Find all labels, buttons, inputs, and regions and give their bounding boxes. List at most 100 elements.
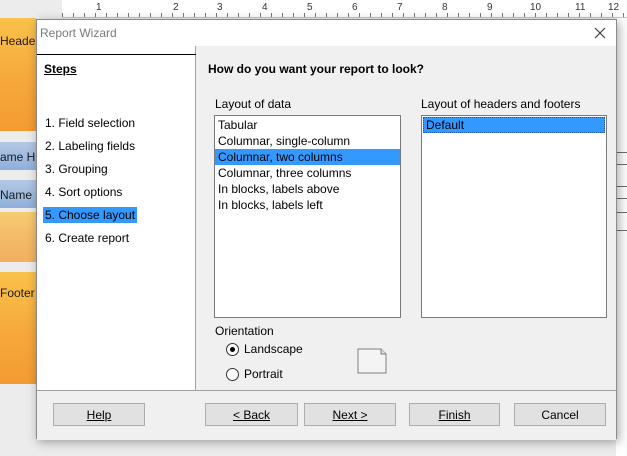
ruler-tick — [590, 13, 591, 17]
ruler-tick — [436, 13, 437, 17]
landscape-label: Landscape — [244, 342, 303, 356]
ruler-tick — [183, 13, 184, 17]
layout-page: How do you want your report to look? Lay… — [197, 46, 618, 390]
ruler-tick — [326, 13, 327, 17]
ruler-tick — [84, 13, 85, 17]
ruler-tick — [491, 13, 492, 17]
ruler-number: 1 — [96, 2, 102, 13]
ruler-tick — [370, 13, 371, 17]
steps-divider — [37, 54, 196, 55]
ruler-tick — [62, 13, 63, 17]
steps-heading: Steps — [44, 62, 77, 76]
ruler-number: 12 — [608, 2, 620, 13]
report-header-section[interactable]: Header — [0, 18, 36, 131]
close-button[interactable] — [584, 20, 616, 46]
orientation-label: Orientation — [215, 324, 274, 338]
ruler-tick — [282, 13, 283, 17]
close-icon — [594, 27, 606, 39]
ruler-tick — [249, 13, 250, 17]
ruler-tick — [381, 13, 382, 17]
detail-section[interactable]: Name ... — [0, 180, 36, 208]
ruler-tick — [502, 13, 503, 17]
steps-panel: Steps 1. Field selection 2. Labeling fie… — [37, 46, 196, 390]
ruler-number: 11 — [575, 2, 586, 13]
portrait-option[interactable]: Portrait — [226, 367, 283, 381]
ruler-number: 3 — [217, 2, 223, 13]
step-field-selection[interactable]: 1. Field selection — [43, 115, 137, 131]
step-grouping[interactable]: 3. Grouping — [43, 161, 110, 177]
ruler-number: 10 — [530, 2, 542, 13]
page-question: How do you want your report to look? — [208, 62, 424, 76]
ruler-tick — [458, 13, 459, 17]
portrait-label: Portrait — [244, 367, 283, 381]
dialog-title: Report Wizard — [40, 26, 117, 40]
help-button[interactable]: Help — [53, 403, 145, 426]
ruler-tick — [513, 13, 514, 17]
back-button[interactable]: < Back — [205, 403, 298, 426]
finish-button[interactable]: Finish — [409, 403, 500, 426]
ruler-number: 2 — [173, 2, 179, 13]
ruler-tick — [601, 13, 602, 17]
landscape-page-icon — [357, 348, 387, 374]
ruler-tick — [403, 13, 404, 17]
ruler-tick — [128, 13, 129, 17]
horizontal-ruler: 1 2 3 4 5 6 7 8 9 10 11 12 — [62, 0, 627, 18]
ruler-tick — [623, 13, 624, 17]
step-create-report[interactable]: 6. Create report — [43, 230, 131, 246]
group-header-section[interactable]: ame H... — [0, 142, 36, 170]
ruler-tick — [579, 13, 580, 17]
title-bar[interactable]: Report Wizard — [37, 20, 616, 46]
report-footer-section[interactable]: Footer — [0, 272, 36, 384]
ruler-number: 4 — [262, 2, 268, 13]
step-sort-options[interactable]: 4. Sort options — [43, 184, 124, 200]
ruler-tick — [150, 13, 151, 17]
ruler-tick — [293, 13, 294, 17]
group-footer-section[interactable] — [0, 212, 36, 262]
step-choose-layout[interactable]: 5. Choose layout — [43, 207, 138, 223]
headers-option-default[interactable]: Default — [423, 117, 605, 133]
cancel-button[interactable]: Cancel — [514, 403, 606, 426]
layout-option-blocks-above[interactable]: In blocks, labels above — [215, 181, 400, 197]
step-labeling-fields[interactable]: 2. Labeling fields — [43, 138, 137, 154]
report-wizard-dialog: Report Wizard Steps 1. Field selection 2… — [36, 19, 618, 440]
ruler-tick — [359, 13, 360, 17]
ruler-tick — [216, 13, 217, 17]
ruler-number: 9 — [487, 2, 493, 13]
ruler-tick — [194, 13, 195, 17]
ruler-tick — [139, 13, 140, 17]
ruler-tick — [271, 13, 272, 17]
ruler-tick — [557, 13, 558, 17]
ruler-number: 6 — [352, 2, 358, 13]
ruler-tick — [161, 13, 162, 17]
headers-footers-label: Layout of headers and footers — [421, 97, 581, 111]
layout-option-tabular[interactable]: Tabular — [215, 117, 400, 133]
next-button[interactable]: Next > — [304, 403, 396, 426]
ruler-number: 8 — [442, 2, 448, 13]
landscape-option[interactable]: Landscape — [226, 342, 303, 356]
layout-option-blocks-left[interactable]: In blocks, labels left — [215, 197, 400, 213]
layout-of-data-list[interactable]: Tabular Columnar, single-column Columnar… — [214, 115, 401, 318]
layout-option-columnar-two[interactable]: Columnar, two columns — [215, 149, 400, 165]
portrait-radio[interactable] — [226, 367, 239, 381]
ruler-tick — [392, 13, 393, 17]
ruler-tick — [524, 13, 525, 17]
ruler-tick — [568, 13, 569, 17]
ruler-tick — [238, 13, 239, 17]
button-bar: Help < Back Next > Finish Cancel — [37, 390, 616, 440]
ruler-tick — [106, 13, 107, 17]
ruler-tick — [205, 13, 206, 17]
landscape-radio[interactable] — [226, 342, 239, 356]
ruler-tick — [315, 13, 316, 17]
ruler-tick — [304, 13, 305, 17]
layout-option-columnar-three[interactable]: Columnar, three columns — [215, 165, 400, 181]
ruler-tick — [337, 13, 338, 17]
ruler-tick — [73, 13, 74, 17]
section-label: Header — [0, 34, 36, 48]
layout-option-columnar-single[interactable]: Columnar, single-column — [215, 133, 400, 149]
ruler-tick — [535, 13, 536, 17]
ruler-tick — [480, 13, 481, 17]
ruler-tick — [447, 13, 448, 17]
ruler-tick — [172, 13, 173, 17]
headers-footers-list[interactable]: Default — [421, 115, 607, 318]
ruler-tick — [414, 13, 415, 17]
